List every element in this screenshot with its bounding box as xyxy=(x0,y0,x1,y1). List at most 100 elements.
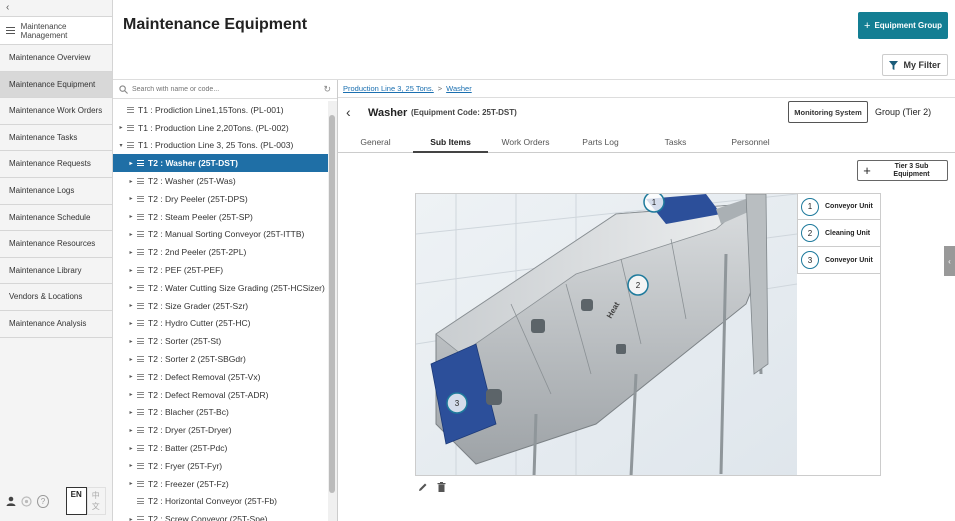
tree-row[interactable]: ▸ T1 : Production Line 2,20Tons. (PL-002) xyxy=(113,119,328,137)
tab-sub-items[interactable]: Sub Items xyxy=(413,134,488,153)
tree-row[interactable]: ▸ T2 : Size Grader (25T-Szr) xyxy=(113,297,328,315)
sidebar-item-maintenance-analysis[interactable]: Maintenance Analysis xyxy=(0,311,112,338)
tree-row[interactable]: ▸ T2 : 2nd Peeler (25T-2PL) xyxy=(113,243,328,261)
sidebar-item-maintenance-equipment[interactable]: Maintenance Equipment xyxy=(0,71,112,99)
sidebar-item-maintenance-schedule[interactable]: Maintenance Schedule xyxy=(0,205,112,232)
user-icon[interactable] xyxy=(6,495,16,507)
expand-side-panel-chevron-icon[interactable]: ‹ xyxy=(944,246,955,276)
tree-row[interactable]: ▸ T2 : Screw Conveyor (25T-Spe) xyxy=(113,510,328,521)
tree-scroll-thumb[interactable] xyxy=(329,115,335,493)
tree-row[interactable]: ▸ T2 : Hydro Cutter (25T-HC) xyxy=(113,315,328,333)
detail-tabs: General Sub Items Work Orders Parts Log Task… xyxy=(338,134,955,153)
caret-right-icon[interactable]: ▸ xyxy=(127,213,135,220)
tree-row[interactable]: ▸ T2 : Manual Sorting Conveyor (25T-ITTB) xyxy=(113,226,328,244)
breadcrumb-washer-link[interactable]: Washer xyxy=(446,84,472,93)
caret-right-icon[interactable]: ▸ xyxy=(127,320,135,327)
sidebar-item-maintenance-overview[interactable]: Maintenance Overview xyxy=(0,45,112,72)
sub-item-row[interactable]: 2 Cleaning Unit xyxy=(797,220,881,247)
sidebar-item-maintenance-logs[interactable]: Maintenance Logs xyxy=(0,178,112,205)
collapse-sidebar-button[interactable]: ‹ xyxy=(0,0,112,17)
hotspot-3[interactable]: 3 xyxy=(446,392,468,414)
tab-general[interactable]: General xyxy=(338,134,413,153)
tree-row[interactable]: ▸ T2 : Sorter 2 (25T-SBGdr) xyxy=(113,350,328,368)
caret-right-icon[interactable]: ▸ xyxy=(127,356,135,363)
lang-en-button[interactable]: EN xyxy=(65,487,87,515)
caret-right-icon[interactable]: ▸ xyxy=(127,178,135,185)
caret-right-icon[interactable]: ▸ xyxy=(127,480,135,487)
tree-scrollbar[interactable] xyxy=(328,101,337,521)
add-tier3-label: Tier 3 Sub Equipment xyxy=(893,162,930,178)
caret-right-icon[interactable]: ▸ xyxy=(117,124,125,131)
caret-right-icon[interactable]: ▸ xyxy=(127,195,135,202)
tree-row[interactable]: ▸ T2 : Water Cutting Size Grading (25T-HC… xyxy=(113,279,328,297)
tree-row[interactable]: ▸ T2 : Fryer (25T-Fyr) xyxy=(113,457,328,475)
caret-right-icon[interactable]: ▸ xyxy=(127,462,135,469)
edit-pencil-icon[interactable] xyxy=(417,481,429,493)
caret-right-icon[interactable]: ▸ xyxy=(127,302,135,309)
sidebar-item-maintenance-work-orders[interactable]: Maintenance Work Orders xyxy=(0,98,112,125)
tree-row[interactable]: ▾ T1 : Production Line 3, 25 Tons. (PL-00… xyxy=(113,137,328,155)
sidebar-item-maintenance-requests[interactable]: Maintenance Requests xyxy=(0,151,112,178)
tree-row[interactable]: ▸ T2 : Batter (25T-Pdc) xyxy=(113,439,328,457)
help-circle-icon[interactable] xyxy=(21,495,32,507)
list-icon xyxy=(137,249,144,256)
caret-down-icon[interactable]: ▾ xyxy=(117,142,125,149)
tree-row[interactable]: ▸ T2 : Dryer (25T-Dryer) xyxy=(113,421,328,439)
caret-right-icon[interactable]: ▸ xyxy=(127,373,135,380)
delete-trash-icon[interactable] xyxy=(435,481,447,493)
question-icon[interactable]: ? xyxy=(37,494,49,508)
refresh-icon[interactable]: ↻ xyxy=(323,84,331,95)
tree-row[interactable]: T2 : Horizontal Conveyor (25T-Fb) xyxy=(113,493,328,511)
caret-right-icon[interactable]: ▸ xyxy=(127,445,135,452)
sidebar-item-maintenance-tasks[interactable]: Maintenance Tasks xyxy=(0,125,112,152)
tree-row[interactable]: ▸ T2 : Defect Removal (25T-Vx) xyxy=(113,368,328,386)
tab-tasks[interactable]: Tasks xyxy=(638,134,713,153)
hotspot-1[interactable]: 1 xyxy=(643,194,665,213)
tree-row[interactable]: ▸ T2 : Washer (25T-Was) xyxy=(113,172,328,190)
sub-item-row[interactable]: 3 Conveyor Unit xyxy=(797,247,881,274)
tab-work-orders[interactable]: Work Orders xyxy=(488,134,563,153)
tree-row-label: T2 : Defect Removal (25T-ADR) xyxy=(148,389,269,400)
lang-zh-button[interactable]: 中文 xyxy=(86,487,106,515)
breadcrumb-line-link[interactable]: Production Line 3, 25 Tons. xyxy=(343,84,434,93)
tab-parts-log[interactable]: Parts Log xyxy=(563,134,638,153)
tree-row[interactable]: ▸ T2 : PEF (25T-PEF) xyxy=(113,261,328,279)
list-icon xyxy=(137,231,144,238)
caret-right-icon[interactable]: ▸ xyxy=(127,391,135,398)
monitoring-system-button[interactable]: Monitoring System xyxy=(788,101,868,123)
sidebar-item-vendors-locations[interactable]: Vendors & Locations xyxy=(0,284,112,311)
my-filter-button[interactable]: My Filter xyxy=(882,54,948,76)
tree-row[interactable]: T1 : Prodiction Line1,15Tons. (PL-001) xyxy=(113,101,328,119)
tree-row-label: T2 : Fryer (25T-Fyr) xyxy=(148,460,223,471)
caret-right-icon[interactable]: ▸ xyxy=(127,338,135,345)
tree-row[interactable]: ▸ T2 : Blacher (25T-Bc) xyxy=(113,404,328,422)
sidebar-item-maintenance-resources[interactable]: Maintenance Resources xyxy=(0,231,112,258)
caret-right-icon[interactable]: ▸ xyxy=(127,284,135,291)
caret-right-icon[interactable]: ▸ xyxy=(127,231,135,238)
tree-row[interactable]: ▸ T2 : Sorter (25T-St) xyxy=(113,332,328,350)
add-tier3-sub-equipment-button[interactable]: + Tier 3 Sub Equipment xyxy=(857,160,948,181)
tree-row-label: T2 : Sorter 2 (25T-SBGdr) xyxy=(148,354,246,365)
caret-right-icon[interactable]: ▸ xyxy=(127,267,135,274)
back-chevron-icon[interactable]: ‹ xyxy=(346,104,351,120)
tree-row[interactable]: ▸ T2 : Washer (25T-DST) xyxy=(113,154,328,173)
caret-right-icon[interactable]: ▸ xyxy=(127,160,135,167)
sub-item-row[interactable]: 1 Conveyor Unit xyxy=(797,193,881,220)
tree-row-label: T2 : Size Grader (25T-Szr) xyxy=(148,300,249,311)
tree-row[interactable]: ▸ T2 : Defect Removal (25T-ADR) xyxy=(113,386,328,404)
caret-right-icon[interactable]: ▸ xyxy=(127,516,135,521)
tree-row[interactable]: ▸ T2 : Freezer (25T-Fz) xyxy=(113,475,328,493)
hotspot-2[interactable]: 2 xyxy=(627,274,649,296)
add-equipment-group-button[interactable]: + Equipment Group xyxy=(858,12,948,39)
caret-right-icon[interactable]: ▸ xyxy=(127,427,135,434)
caret-right-icon[interactable]: ▸ xyxy=(127,409,135,416)
tab-personnel[interactable]: Personnel xyxy=(713,134,788,153)
caret-right-icon[interactable]: ▸ xyxy=(127,249,135,256)
list-icon xyxy=(137,373,144,380)
sidebar-header[interactable]: Maintenance Management xyxy=(0,17,112,45)
tree-row[interactable]: ▸ T2 : Dry Peeler (25T-DPS) xyxy=(113,190,328,208)
sidebar-item-maintenance-library[interactable]: Maintenance Library xyxy=(0,258,112,285)
tree-row[interactable]: ▸ T2 : Steam Peeler (25T-SP) xyxy=(113,208,328,226)
tree-search-input[interactable] xyxy=(132,85,324,93)
tree-row-label: T2 : Blacher (25T-Bc) xyxy=(148,407,229,418)
